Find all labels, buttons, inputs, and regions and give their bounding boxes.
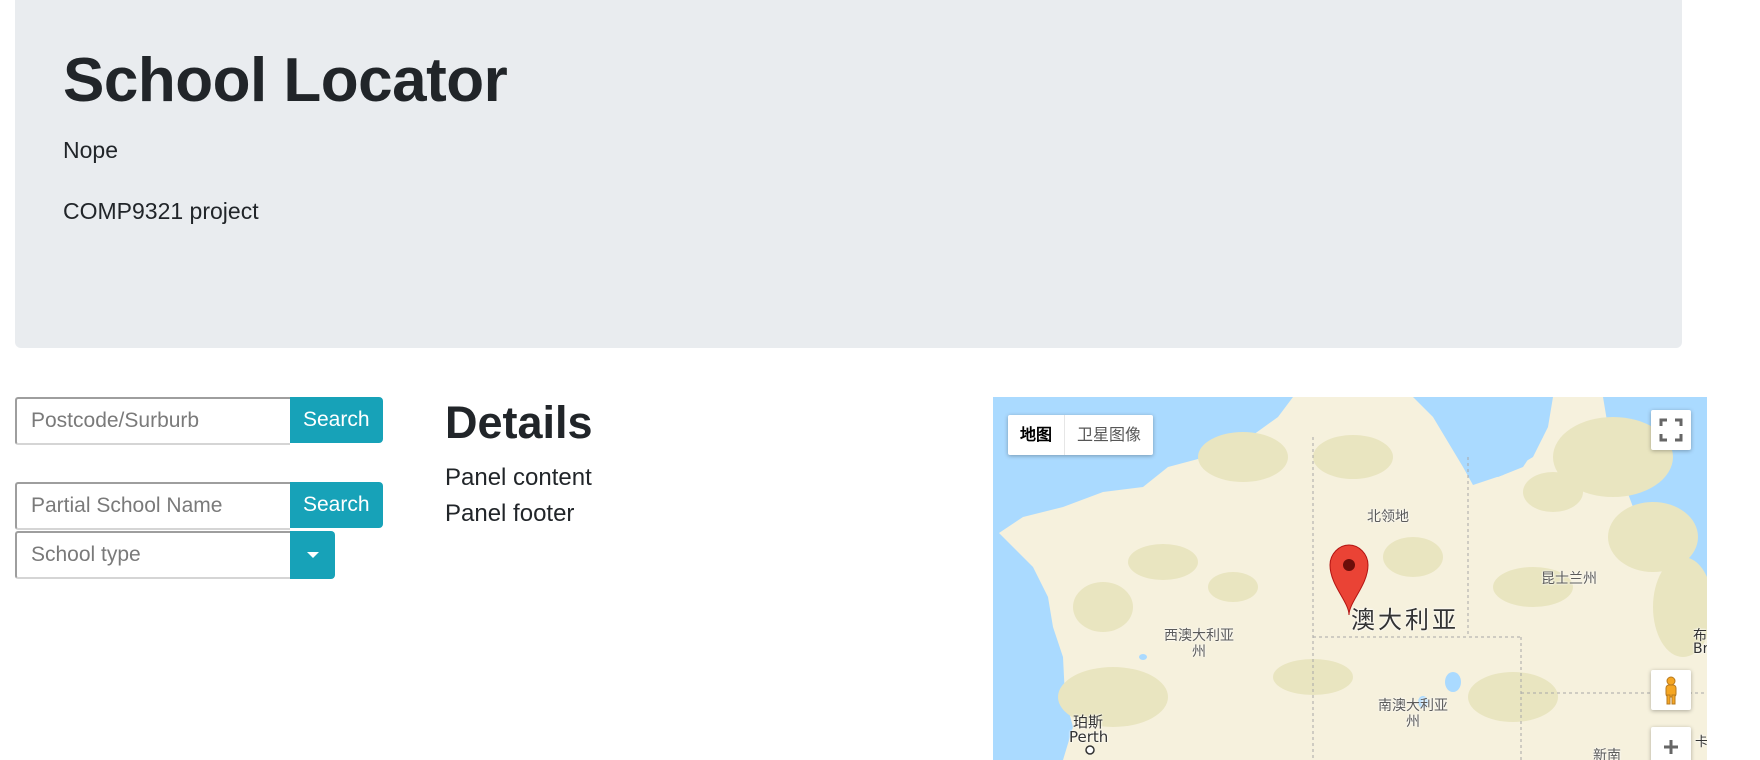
postcode-search-group: Search (15, 397, 383, 445)
panel-content: Panel content (445, 464, 592, 491)
school-type-input[interactable] (15, 531, 290, 579)
zoom-in-icon (1664, 740, 1678, 754)
perth-dot (1085, 745, 1095, 755)
map-type-map-button[interactable]: 地图 (1008, 415, 1066, 455)
school-type-dropdown-button[interactable] (290, 531, 335, 579)
school-name-search-group: Search (15, 482, 383, 530)
map-label-south-australia: 南澳大利亚州 (1378, 698, 1448, 730)
page-title: School Locator (63, 46, 508, 115)
map-label-nsw: 新南 (1593, 748, 1621, 760)
map-label-brisbane-en: Br (1693, 641, 1707, 657)
school-type-group (15, 531, 335, 579)
map-label-australia: 澳大利亚 (1351, 606, 1459, 634)
map-label-northern-territory: 北领地 (1367, 509, 1409, 525)
map-type-satellite-button[interactable]: 卫星图像 (1065, 415, 1153, 455)
map-view[interactable]: 北领地 昆士兰州 澳大利亚 西澳大利亚州 南澳大利亚州 珀斯 Perth 新南 … (993, 397, 1707, 760)
map-label-canberra: 卡 (1695, 735, 1707, 750)
map-label-queensland: 昆士兰州 (1541, 571, 1597, 587)
map-type-control: 地图 卫星图像 (1008, 415, 1154, 455)
fullscreen-button[interactable] (1651, 410, 1691, 450)
postcode-input[interactable] (15, 397, 290, 445)
school-name-search-button[interactable]: Search (290, 482, 383, 528)
postcode-search-button[interactable]: Search (290, 397, 383, 443)
page-tagline: COMP9321 project (63, 198, 259, 224)
panel-footer: Panel footer (445, 500, 575, 527)
map-label-western-australia: 西澳大利亚州 (1164, 628, 1234, 660)
page-subtitle: Nope (63, 137, 118, 163)
street-view-button[interactable] (1651, 670, 1691, 710)
fullscreen-icon (1659, 418, 1683, 442)
header-jumbotron: School Locator Nope COMP9321 project (15, 0, 1682, 348)
details-heading: Details (445, 397, 593, 448)
chevron-down-icon (307, 552, 319, 558)
map-label-perth-en: Perth (1069, 728, 1109, 746)
zoom-in-button[interactable] (1651, 727, 1691, 760)
school-name-input[interactable] (15, 482, 290, 530)
pegman-icon (1665, 676, 1677, 705)
